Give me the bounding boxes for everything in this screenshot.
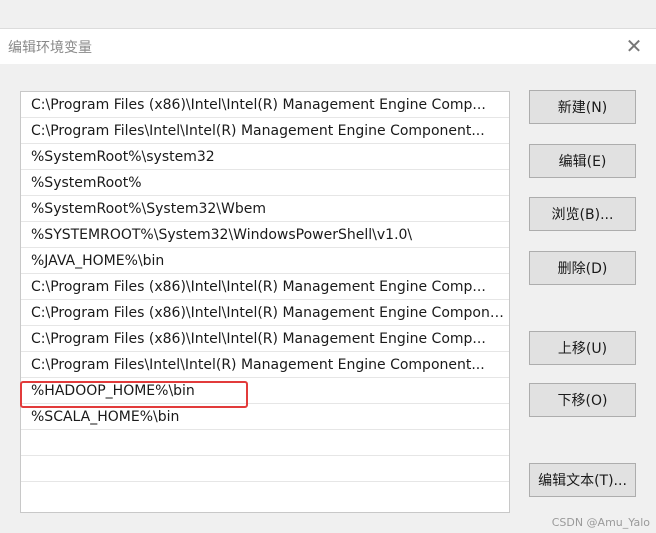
list-item[interactable]: C:\Program Files (x86)\Intel\Intel(R) Ma… [21,92,509,118]
watermark: CSDN @Amu_Yalo [551,516,650,529]
list-item[interactable]: %SystemRoot% [21,170,509,196]
dialog-title: 编辑环境变量 [8,40,92,56]
list-item-empty[interactable] [21,430,509,456]
list-item-empty[interactable] [21,482,509,508]
top-strip [0,0,656,28]
list-item-empty[interactable] [21,456,509,482]
edit-text-button[interactable]: 编辑文本(T)... [529,463,636,497]
list-item[interactable]: %JAVA_HOME%\bin [21,248,509,274]
move-up-button[interactable]: 上移(U) [529,331,636,365]
list-item[interactable]: %SYSTEMROOT%\System32\WindowsPowerShell\… [21,222,509,248]
path-listbox[interactable]: C:\Program Files (x86)\Intel\Intel(R) Ma… [20,91,510,513]
list-item[interactable]: %SystemRoot%\System32\Wbem [21,196,509,222]
list-item[interactable]: %SCALA_HOME%\bin [21,404,509,430]
edit-button[interactable]: 编辑(E) [529,144,636,178]
new-button[interactable]: 新建(N) [529,90,636,124]
delete-button[interactable]: 删除(D) [529,251,636,285]
list-item[interactable]: C:\Program Files\Intel\Intel(R) Manageme… [21,118,509,144]
move-down-button[interactable]: 下移(O) [529,383,636,417]
list-item[interactable]: C:\Program Files (x86)\Intel\Intel(R) Ma… [21,300,509,326]
close-icon[interactable]: ✕ [620,33,648,59]
browse-button[interactable]: 浏览(B)... [529,197,636,231]
list-item[interactable]: %SystemRoot%\system32 [21,144,509,170]
list-item[interactable]: C:\Program Files (x86)\Intel\Intel(R) Ma… [21,274,509,300]
list-item-hadoop[interactable]: %HADOOP_HOME%\bin [21,378,509,404]
dialog-titlebar: 编辑环境变量 ✕ [0,28,656,64]
list-item[interactable]: C:\Program Files\Intel\Intel(R) Manageme… [21,352,509,378]
list-item[interactable]: C:\Program Files (x86)\Intel\Intel(R) Ma… [21,326,509,352]
